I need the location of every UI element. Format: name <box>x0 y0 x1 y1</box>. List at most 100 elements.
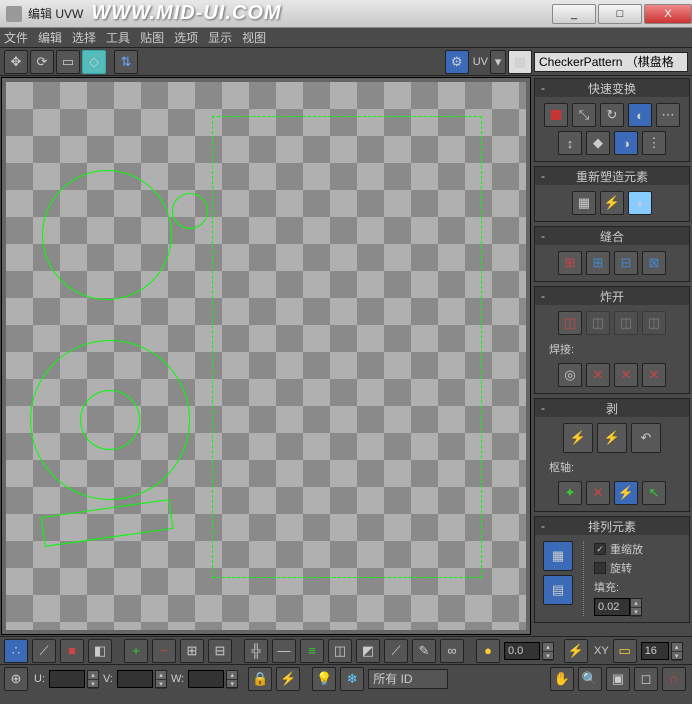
quick-btn-2[interactable]: ⤡ <box>572 103 596 127</box>
explode-btn-1[interactable]: ◫ <box>558 311 582 335</box>
padding-input[interactable]: 0.02 <box>594 598 630 616</box>
quick-btn-8[interactable]: ◑ <box>614 131 638 155</box>
u-input[interactable] <box>49 670 85 688</box>
tb1-5[interactable]: ◩ <box>356 639 380 663</box>
move-tool[interactable]: ✥ <box>4 50 28 74</box>
grid-spin[interactable]: ▴▾ <box>671 642 683 660</box>
panel-header-reshape[interactable]: 重新塑造元素 <box>535 167 689 185</box>
uv-cluster-rect[interactable] <box>212 116 482 578</box>
sel-vertex[interactable]: ∴ <box>4 639 28 663</box>
padding-spinner[interactable]: ▴▾ <box>630 598 642 616</box>
tb1-1[interactable]: ╬ <box>244 639 268 663</box>
weld-btn-2[interactable]: ✕ <box>586 363 610 387</box>
flash-btn[interactable]: ⚡ <box>276 667 300 691</box>
quick-btn-1[interactable] <box>544 103 568 127</box>
texture-toggle[interactable]: ▦ <box>508 50 532 74</box>
peel-btn-2[interactable]: ⚡ <box>597 423 627 453</box>
v-spin[interactable]: ▴▾ <box>155 670 167 688</box>
pivot-btn-2[interactable]: ✕ <box>586 481 610 505</box>
pivot-btn-1[interactable]: ✦ <box>558 481 582 505</box>
quick-btn-3[interactable]: ↻ <box>600 103 624 127</box>
weld-btn-4[interactable]: ✕ <box>642 363 666 387</box>
minimize-button[interactable]: _ <box>552 4 596 24</box>
sel-face[interactable]: ■ <box>60 639 84 663</box>
v-input[interactable] <box>117 670 153 688</box>
explode-btn-4[interactable]: ◫ <box>642 311 666 335</box>
snow-btn[interactable]: ❄ <box>340 667 364 691</box>
close-button[interactable]: X <box>644 4 692 24</box>
quick-btn-5[interactable]: ⋯ <box>656 103 680 127</box>
uv-viewport[interactable] <box>1 77 531 635</box>
panel-header-quick[interactable]: 快速变换 <box>535 79 689 97</box>
tb1-4[interactable]: ◫ <box>328 639 352 663</box>
light-btn[interactable]: ● <box>476 639 500 663</box>
scale-tool[interactable]: ▭ <box>56 50 80 74</box>
maximize-button[interactable]: □ <box>598 4 642 24</box>
menu-tools[interactable]: 工具 <box>106 29 130 46</box>
rescale-checkbox[interactable]: ✓ <box>594 543 606 555</box>
rotate-tool[interactable]: ⟳ <box>30 50 54 74</box>
arrange-pack[interactable]: ▦ <box>543 541 573 571</box>
uv-cluster-circle2-inner[interactable] <box>80 390 140 450</box>
quick-btn-6[interactable]: ↕ <box>558 131 582 155</box>
w-input[interactable] <box>188 670 224 688</box>
stitch-btn-2[interactable]: ⊞ <box>586 251 610 275</box>
panel-header-peel[interactable]: 剥 <box>535 399 689 417</box>
quick-btn-9[interactable]: ⋮ <box>642 131 666 155</box>
peel-btn-3[interactable]: ↶ <box>631 423 661 453</box>
light-value[interactable]: 0.0 <box>504 642 540 660</box>
w-spin[interactable]: ▴▾ <box>226 670 238 688</box>
menu-mapping[interactable]: 贴图 <box>140 29 164 46</box>
stitch-btn-4[interactable]: ⊠ <box>642 251 666 275</box>
sel-element[interactable]: ◧ <box>88 639 112 663</box>
uv-cluster-circle-small[interactable] <box>172 193 208 229</box>
menu-select[interactable]: 选择 <box>72 29 96 46</box>
peel-btn-1[interactable]: ⚡ <box>563 423 593 453</box>
ring-sel[interactable]: ⊞ <box>180 639 204 663</box>
zoom-region[interactable]: ◻ <box>634 667 658 691</box>
lock-btn[interactable]: 🔒 <box>248 667 272 691</box>
reshape-btn-1[interactable]: ▦ <box>572 191 596 215</box>
pivot-btn-3[interactable]: ⚡ <box>614 481 638 505</box>
options-button[interactable]: ⚙ <box>445 50 469 74</box>
texture-dropdown[interactable]: CheckerPattern （棋盘格 <box>534 52 688 72</box>
weld-btn-3[interactable]: ✕ <box>614 363 638 387</box>
freeform-tool[interactable]: ◇ <box>82 50 106 74</box>
shrink-sel[interactable]: − <box>152 639 176 663</box>
loop-sel[interactable]: ⊟ <box>208 639 232 663</box>
uv-menu[interactable]: ▾ <box>490 50 506 74</box>
zoom-btn[interactable]: 🔍 <box>578 667 602 691</box>
id-dropdown[interactable]: 所有 ID <box>368 669 448 689</box>
pan-btn[interactable]: ✋ <box>550 667 574 691</box>
tb1-8[interactable]: ∞ <box>440 639 464 663</box>
fit-btn[interactable]: ▣ <box>606 667 630 691</box>
panel-header-arrange[interactable]: 排列元素 <box>535 517 689 535</box>
panel-header-stitch[interactable]: 缝合 <box>535 227 689 245</box>
panel-header-explode[interactable]: 炸开 <box>535 287 689 305</box>
tb1-6[interactable]: ⟋ <box>384 639 408 663</box>
light-spin[interactable]: ▴▾ <box>542 642 554 660</box>
tb1-3[interactable]: ≡ <box>300 639 324 663</box>
menu-view[interactable]: 视图 <box>242 29 266 46</box>
axis-btn[interactable]: ⚡ <box>564 639 588 663</box>
bulb-btn[interactable]: 💡 <box>312 667 336 691</box>
grid-size[interactable]: 16 <box>641 642 669 660</box>
xy-mode[interactable]: ▭ <box>613 639 637 663</box>
sel-edge[interactable]: ⟋ <box>32 639 56 663</box>
transform-type[interactable]: ⊕ <box>4 667 28 691</box>
pivot-btn-4[interactable]: ↖ <box>642 481 666 505</box>
explode-btn-2[interactable]: ◫ <box>586 311 610 335</box>
rotate-checkbox[interactable] <box>594 562 606 574</box>
grow-sel[interactable]: + <box>124 639 148 663</box>
tb1-2[interactable]: — <box>272 639 296 663</box>
stitch-btn-1[interactable]: ⊞ <box>558 251 582 275</box>
menu-edit[interactable]: 编辑 <box>38 29 62 46</box>
explode-btn-3[interactable]: ◫ <box>614 311 638 335</box>
menu-file[interactable]: 文件 <box>4 29 28 46</box>
weld-btn-1[interactable]: ◎ <box>558 363 582 387</box>
menu-display[interactable]: 显示 <box>208 29 232 46</box>
menu-options[interactable]: 选项 <box>174 29 198 46</box>
stitch-btn-3[interactable]: ⊟ <box>614 251 638 275</box>
reshape-btn-3[interactable]: ◗ <box>628 191 652 215</box>
reshape-btn-2[interactable]: ⚡ <box>600 191 624 215</box>
